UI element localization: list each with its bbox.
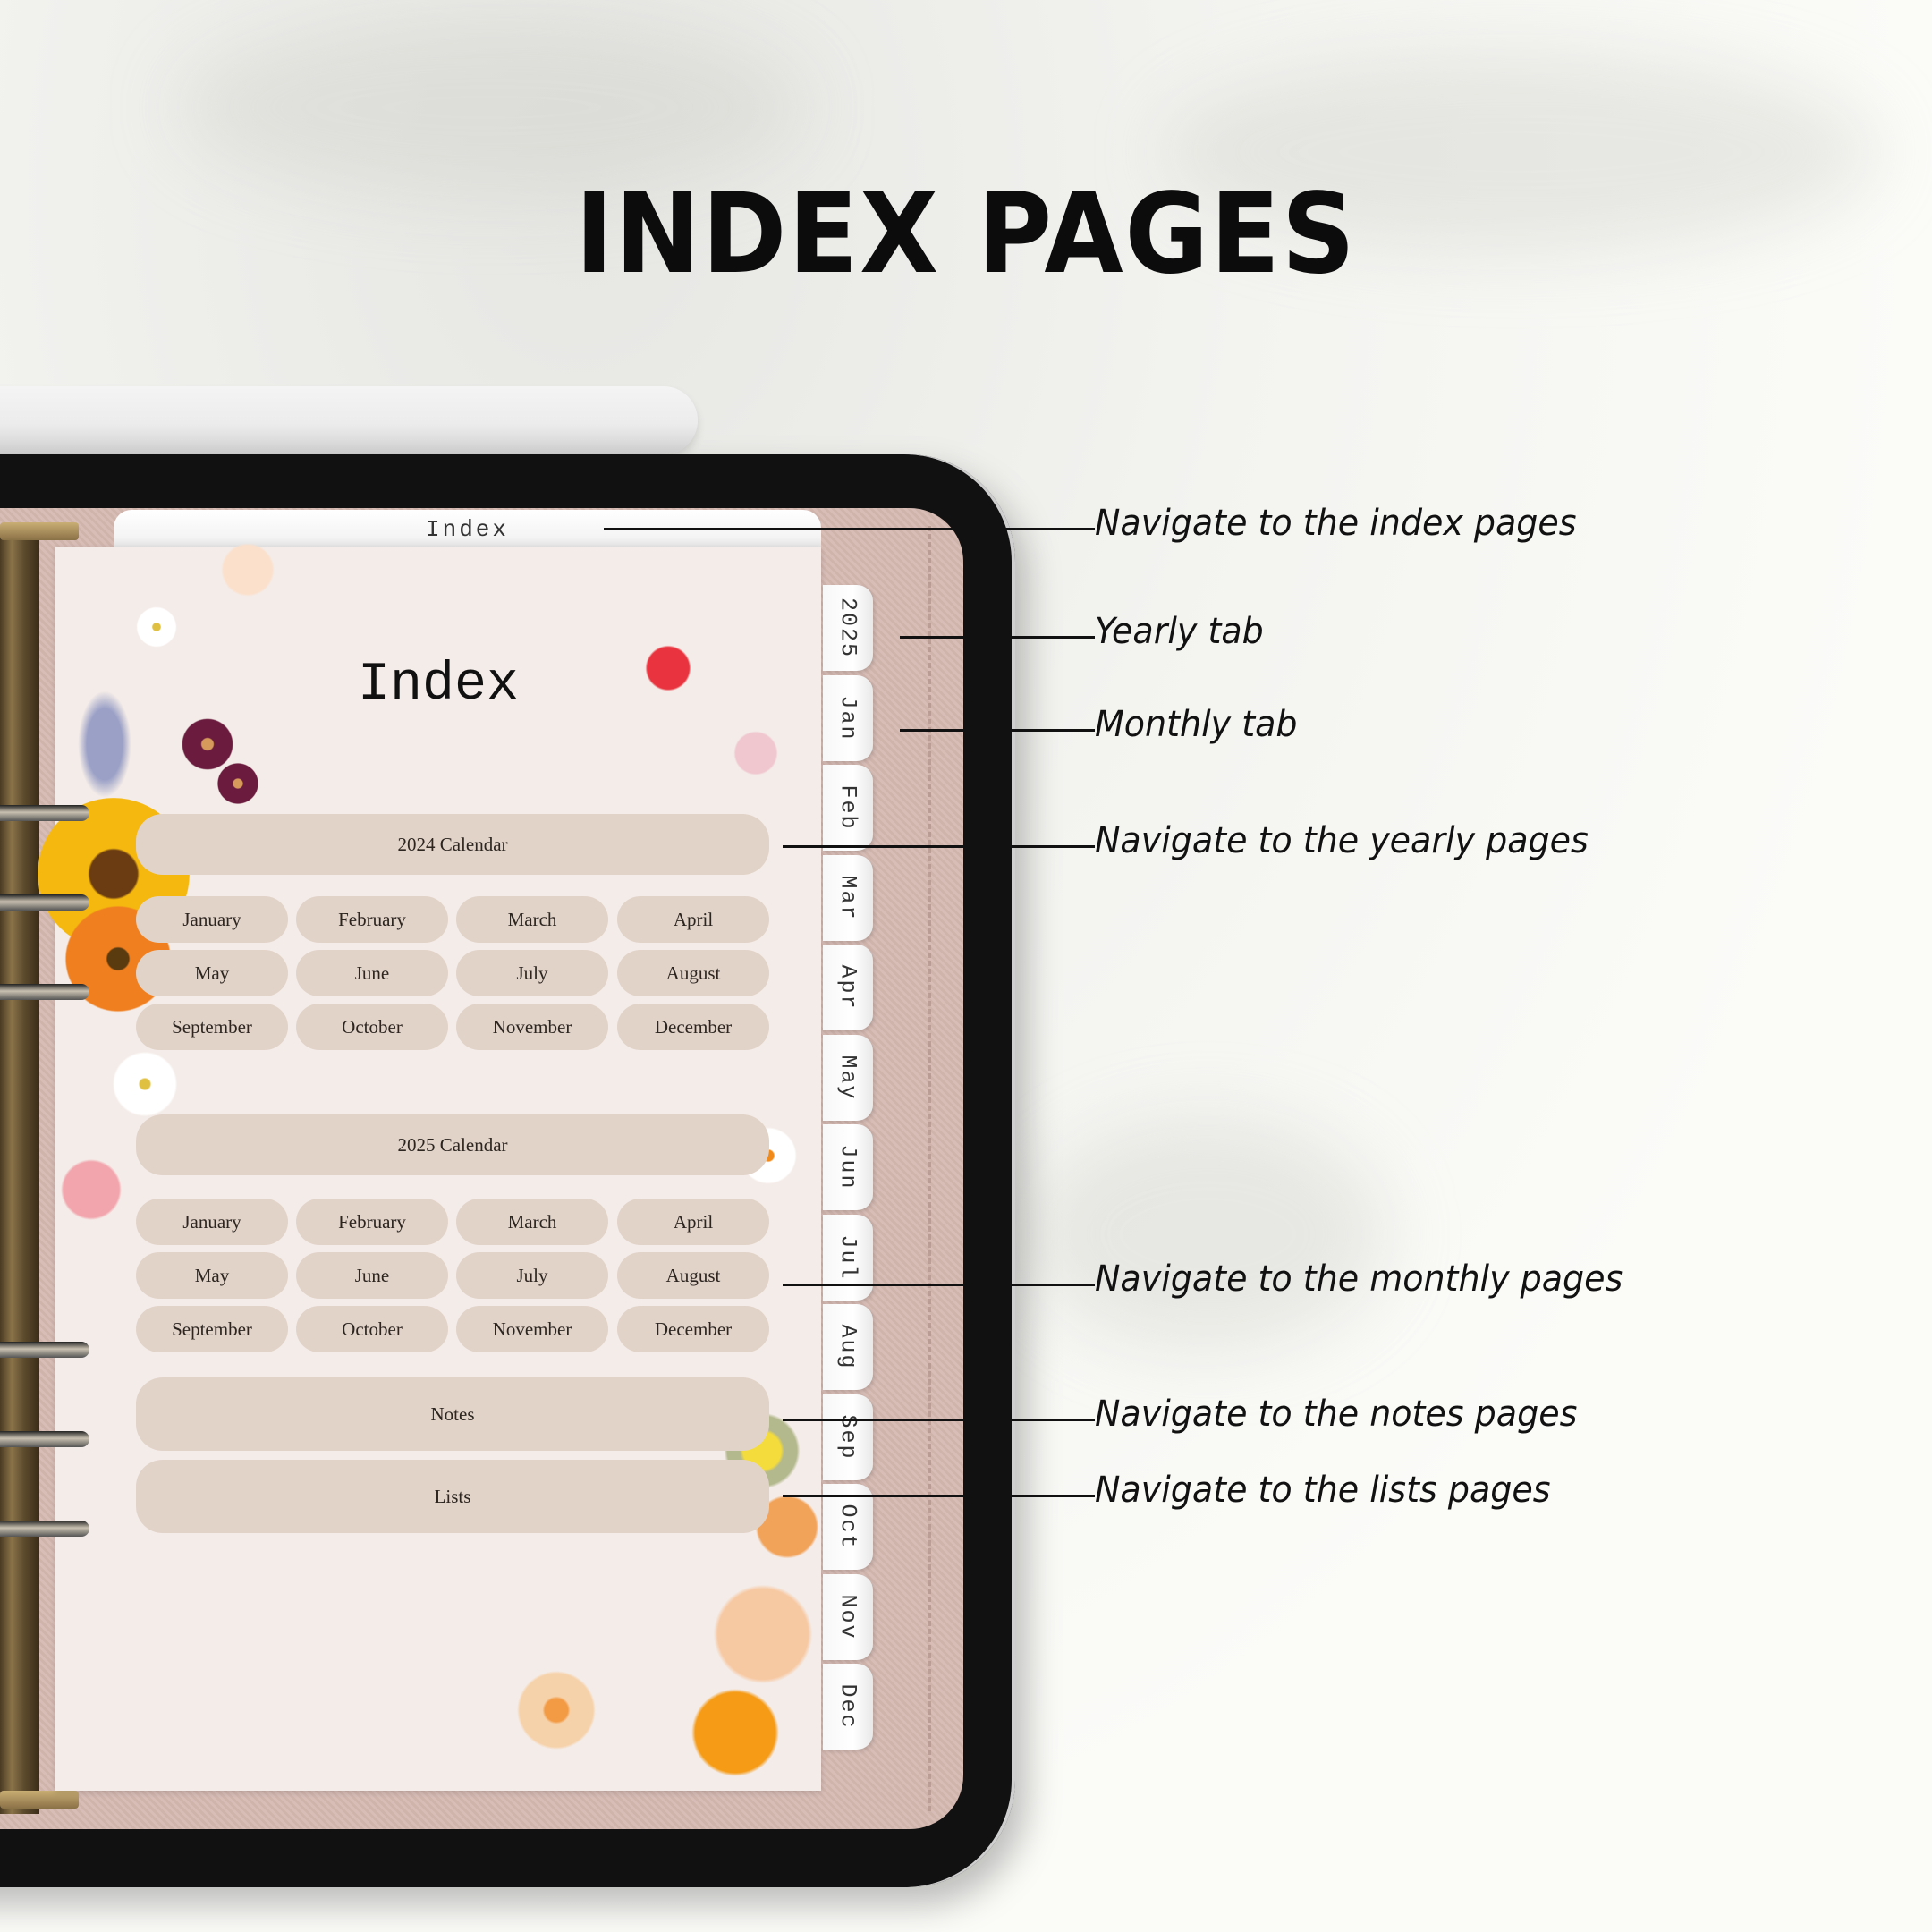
- side-tab-mar[interactable]: Mar: [823, 854, 873, 941]
- callout-label-notes-pages: Navigate to the notes pages: [1095, 1394, 1578, 1435]
- side-tab-dec[interactable]: Dec: [823, 1664, 873, 1750]
- cover-stitching: [928, 526, 931, 1811]
- side-tab-label: Feb: [835, 784, 861, 831]
- side-tab-label: Mar: [835, 874, 861, 921]
- month-button-january[interactable]: January: [136, 1199, 288, 1245]
- binder-cap: [0, 1791, 79, 1809]
- white-daisy-decoration: [109, 1048, 181, 1120]
- month-button-march[interactable]: March: [456, 896, 608, 943]
- orange-poppy-decoration: [682, 1683, 789, 1782]
- month-button-august[interactable]: August: [617, 950, 769, 996]
- side-tab-label: Aug: [835, 1324, 861, 1370]
- side-tab-label: Oct: [835, 1504, 861, 1550]
- month-button-july[interactable]: July: [456, 950, 608, 996]
- purple-flower-decoration: [181, 717, 234, 771]
- month-button-february[interactable]: February: [296, 896, 448, 943]
- peach-poppy-decoration: [512, 1665, 601, 1755]
- month-button-may[interactable]: May: [136, 950, 288, 996]
- side-tab-nov[interactable]: Nov: [823, 1573, 873, 1660]
- side-tab-apr[interactable]: Apr: [823, 945, 873, 1030]
- side-tab-jun[interactable]: Jun: [823, 1124, 873, 1210]
- side-tab-label: Jan: [835, 694, 861, 741]
- month-button-april[interactable]: April: [617, 896, 769, 943]
- page-title: Index: [357, 655, 520, 716]
- callout-line-monthly-tab: [900, 729, 1095, 732]
- callout-line-yearly-tab: [900, 636, 1095, 639]
- month-button-december[interactable]: December: [617, 1004, 769, 1050]
- month-button-may[interactable]: May: [136, 1252, 288, 1299]
- side-tab-label: Jun: [835, 1144, 861, 1191]
- callout-line-monthly-pages: [783, 1284, 1095, 1286]
- planner-page: Index 2024 Calendar January February March…: [38, 538, 821, 1791]
- peach-flower-decoration: [216, 538, 279, 601]
- binder-ring: [0, 805, 89, 821]
- callout-line-yearly-pages: [783, 845, 1095, 848]
- side-tab-aug[interactable]: Aug: [823, 1304, 873, 1390]
- side-tab-label: Dec: [835, 1683, 861, 1730]
- month-button-september[interactable]: September: [136, 1306, 288, 1352]
- month-button-april[interactable]: April: [617, 1199, 769, 1245]
- side-tab-2025[interactable]: 2025: [823, 585, 873, 671]
- peach-rose-decoration: [705, 1576, 821, 1692]
- callout-label-lists-pages: Navigate to the lists pages: [1095, 1470, 1551, 1511]
- side-tab-label: Nov: [835, 1593, 861, 1640]
- calendar-2025-button[interactable]: 2025 Calendar: [136, 1114, 769, 1175]
- month-button-november[interactable]: November: [456, 1306, 608, 1352]
- binder-ring: [0, 1521, 89, 1537]
- white-daisy-decoration: [134, 605, 179, 649]
- side-tab-sep[interactable]: Sep: [823, 1394, 873, 1480]
- binder-cap: [0, 522, 79, 540]
- callout-label-yearly-tab: Yearly tab: [1095, 611, 1264, 652]
- side-tab-jan[interactable]: Jan: [823, 674, 873, 761]
- binder-spine: [0, 526, 39, 1814]
- notes-button[interactable]: Notes: [136, 1377, 769, 1451]
- month-button-january[interactable]: January: [136, 896, 288, 943]
- month-button-july[interactable]: July: [456, 1252, 608, 1299]
- calendar-2024-button[interactable]: 2024 Calendar: [136, 814, 769, 875]
- background-shadow: [1029, 1118, 1386, 1351]
- callout-line-lists-pages: [783, 1495, 1095, 1497]
- binder-ring: [0, 1342, 89, 1358]
- callout-line-index: [604, 528, 1095, 530]
- callout-label-monthly-tab: Monthly tab: [1095, 704, 1298, 745]
- month-button-october[interactable]: October: [296, 1004, 448, 1050]
- callout-label-monthly-pages: Navigate to the monthly pages: [1095, 1258, 1623, 1300]
- binder-ring: [0, 894, 89, 911]
- month-button-november[interactable]: November: [456, 1004, 608, 1050]
- month-button-september[interactable]: September: [136, 1004, 288, 1050]
- month-button-february[interactable]: February: [296, 1199, 448, 1245]
- tablet-screen: Index Index 2024 Calendar January Februar…: [0, 508, 963, 1829]
- purple-flower-decoration: [216, 762, 259, 805]
- side-tab-may[interactable]: May: [823, 1034, 873, 1121]
- stylus-pencil: [0, 386, 698, 454]
- side-tab-jul[interactable]: Jul: [823, 1214, 873, 1301]
- callout-label-yearly-pages: Navigate to the yearly pages: [1095, 820, 1589, 861]
- binder-ring: [0, 984, 89, 1000]
- side-tab-label: May: [835, 1054, 861, 1101]
- binder-ring: [0, 1431, 89, 1447]
- month-button-june[interactable]: June: [296, 950, 448, 996]
- callout-line-notes-pages: [783, 1419, 1095, 1421]
- side-tab-feb[interactable]: Feb: [823, 765, 873, 851]
- page-headline: INDEX PAGES: [575, 170, 1357, 299]
- lists-button[interactable]: Lists: [136, 1460, 769, 1533]
- side-tab-label: Apr: [835, 964, 861, 1011]
- month-button-october[interactable]: October: [296, 1306, 448, 1352]
- month-button-june[interactable]: June: [296, 1252, 448, 1299]
- side-tab-label: Jul: [835, 1233, 861, 1281]
- pink-blossom-decoration: [731, 726, 781, 780]
- month-button-december[interactable]: December: [617, 1306, 769, 1352]
- month-button-august[interactable]: August: [617, 1252, 769, 1299]
- side-tab-label: 2025: [835, 597, 861, 659]
- callout-label-index: Navigate to the index pages: [1095, 503, 1577, 544]
- pink-flower-decoration: [55, 1154, 127, 1225]
- month-button-march[interactable]: March: [456, 1199, 608, 1245]
